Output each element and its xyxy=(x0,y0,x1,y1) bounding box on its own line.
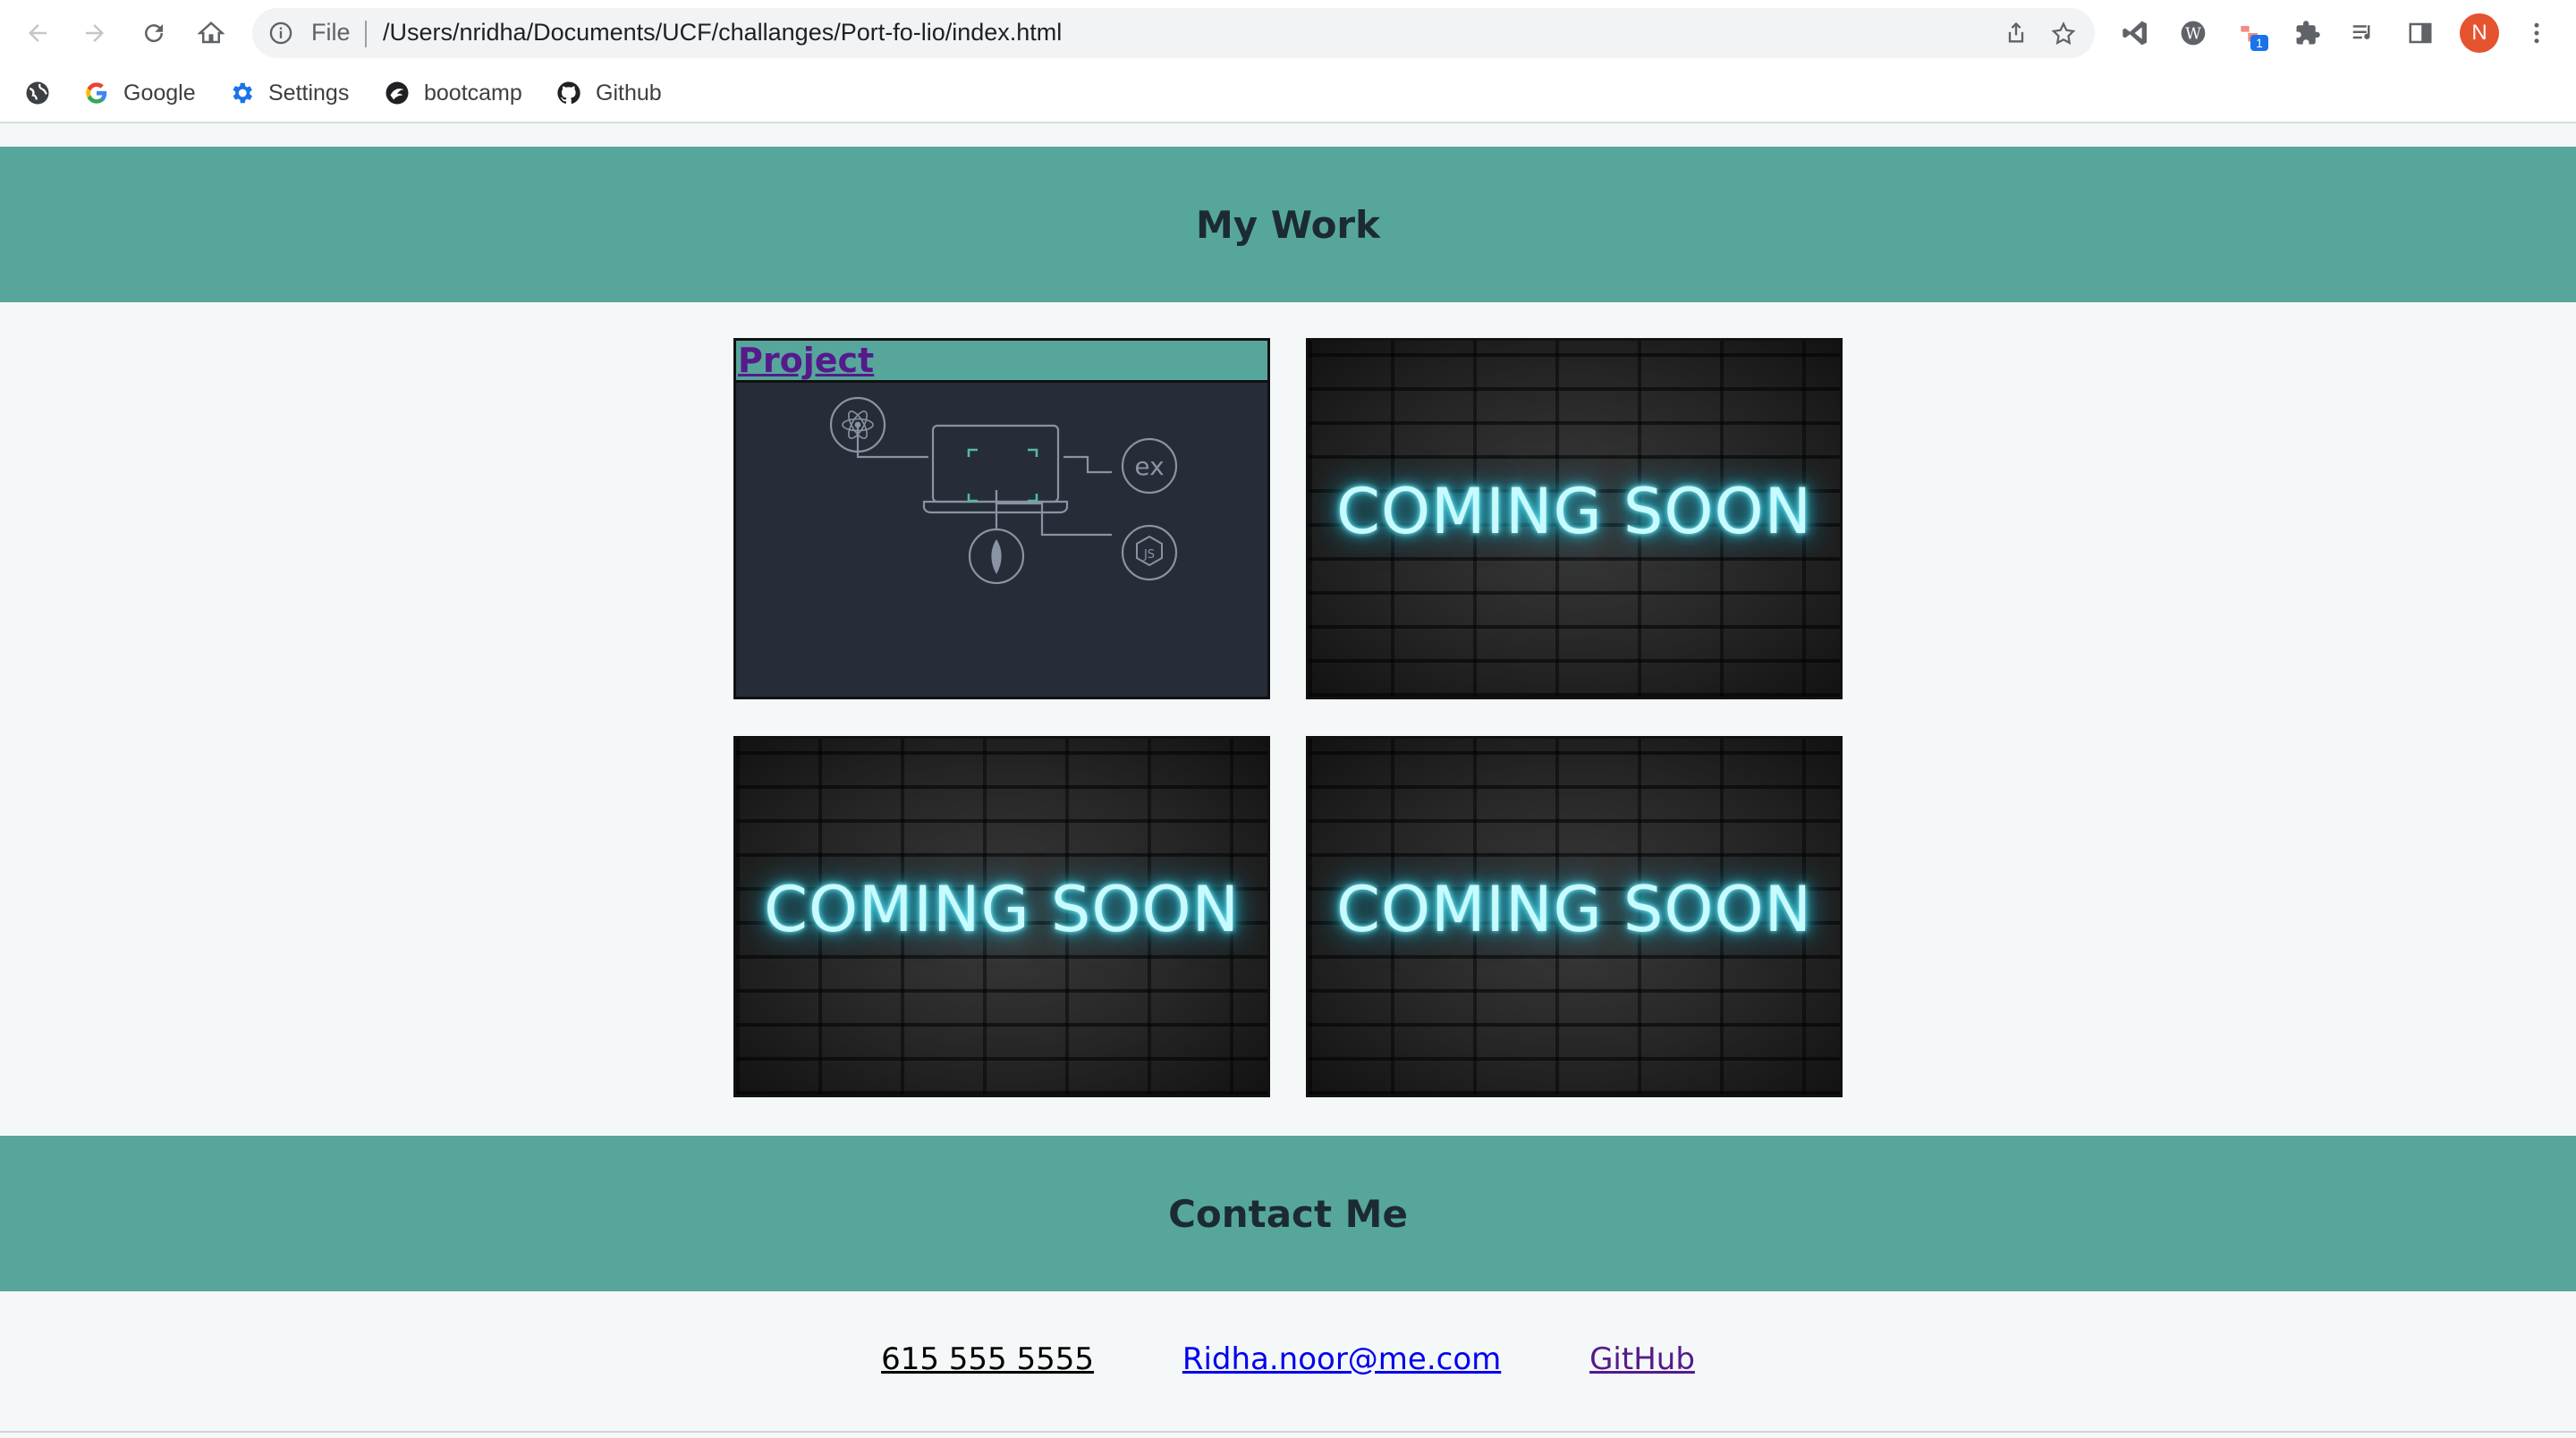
url-text[interactable]: /Users/nridha/Documents/UCF/challanges/P… xyxy=(383,19,1062,47)
contact-heading: Contact Me xyxy=(1168,1191,1408,1236)
scheme-label: File xyxy=(311,19,351,46)
my-work-banner: My Work xyxy=(0,147,2576,302)
contact-banner: Contact Me xyxy=(0,1136,2576,1291)
side-panel-icon[interactable] xyxy=(2402,15,2438,51)
github-link[interactable]: GitHub xyxy=(1589,1341,1695,1377)
bookmark-label: bootcamp xyxy=(424,80,522,106)
work-heading: My Work xyxy=(1195,202,1381,247)
svg-text:JS: JS xyxy=(1143,548,1155,562)
bookmark-settings[interactable]: Settings xyxy=(227,75,349,111)
address-bar[interactable]: File /Users/nridha/Documents/UCF/challan… xyxy=(252,8,2095,58)
back-button[interactable] xyxy=(20,15,55,51)
menu-kebab-icon[interactable] xyxy=(2519,15,2555,51)
bookmark-label: Google xyxy=(123,80,196,106)
coming-soon-text: COMING SOON xyxy=(764,873,1240,946)
project-card-header: Project xyxy=(736,341,1267,383)
bookmarks-bar: Google Settings bootcamp Github xyxy=(0,66,2576,123)
extension-badge: 1 xyxy=(2250,35,2268,51)
page-bottom-divider xyxy=(0,1431,2576,1433)
bookmark-bootcamp[interactable]: bootcamp xyxy=(383,75,522,111)
profile-avatar[interactable]: N xyxy=(2460,13,2499,53)
google-icon xyxy=(82,79,111,107)
reload-button[interactable] xyxy=(136,15,172,51)
project-card[interactable]: Project ex JS xyxy=(733,338,1270,699)
github-icon xyxy=(555,79,583,107)
media-queue-icon[interactable] xyxy=(2345,15,2381,51)
gear-icon xyxy=(227,79,256,107)
omnibox-divider xyxy=(365,21,367,47)
wordpress-extension-icon[interactable]: W xyxy=(2175,15,2211,51)
forward-button[interactable] xyxy=(77,15,113,51)
node-logo-icon: JS xyxy=(1136,535,1163,567)
info-icon[interactable] xyxy=(268,21,293,49)
share-icon[interactable] xyxy=(2004,21,2029,49)
bookmark-github[interactable]: Github xyxy=(555,75,662,111)
svg-text:W: W xyxy=(2185,26,2201,44)
bookmark-label: Github xyxy=(596,80,662,106)
coming-soon-text: COMING SOON xyxy=(1336,475,1812,548)
bookmark-google[interactable]: Google xyxy=(82,75,196,111)
coming-soon-card: COMING SOON xyxy=(1306,338,1843,699)
project-link[interactable]: Project xyxy=(738,341,874,380)
back-arrow-icon xyxy=(29,24,47,42)
express-logo-icon: ex xyxy=(1134,452,1164,481)
bootcamp-icon xyxy=(383,79,411,107)
forward-arrow-icon xyxy=(86,24,104,42)
home-icon xyxy=(198,21,225,44)
browser-toolbar: File /Users/nridha/Documents/UCF/challan… xyxy=(0,0,2576,66)
coming-soon-card: COMING SOON xyxy=(1306,736,1843,1097)
mern-stack-diagram: ex JS xyxy=(829,396,1178,585)
globe-icon xyxy=(23,79,52,107)
coming-soon-text: COMING SOON xyxy=(1336,873,1812,946)
bookmark-label: Settings xyxy=(268,80,350,106)
reload-icon xyxy=(145,24,164,43)
apps-shortcut[interactable] xyxy=(23,75,64,111)
vscode-extension-icon[interactable] xyxy=(2118,15,2154,51)
home-button[interactable] xyxy=(193,15,229,51)
contact-links: 615 555 5555 Ridha.noor@me.com GitHub xyxy=(0,1341,2576,1377)
email-link[interactable]: Ridha.noor@me.com xyxy=(1182,1341,1501,1377)
puzzle-extensions-icon[interactable] xyxy=(2290,15,2326,51)
coming-soon-card: COMING SOON xyxy=(733,736,1270,1097)
bookmark-star-icon[interactable] xyxy=(2050,21,2077,51)
mongodb-logo-icon xyxy=(991,539,1002,574)
phone-link[interactable]: 615 555 5555 xyxy=(881,1341,1094,1377)
extension-with-badge-icon[interactable]: 1 xyxy=(2233,15,2268,51)
